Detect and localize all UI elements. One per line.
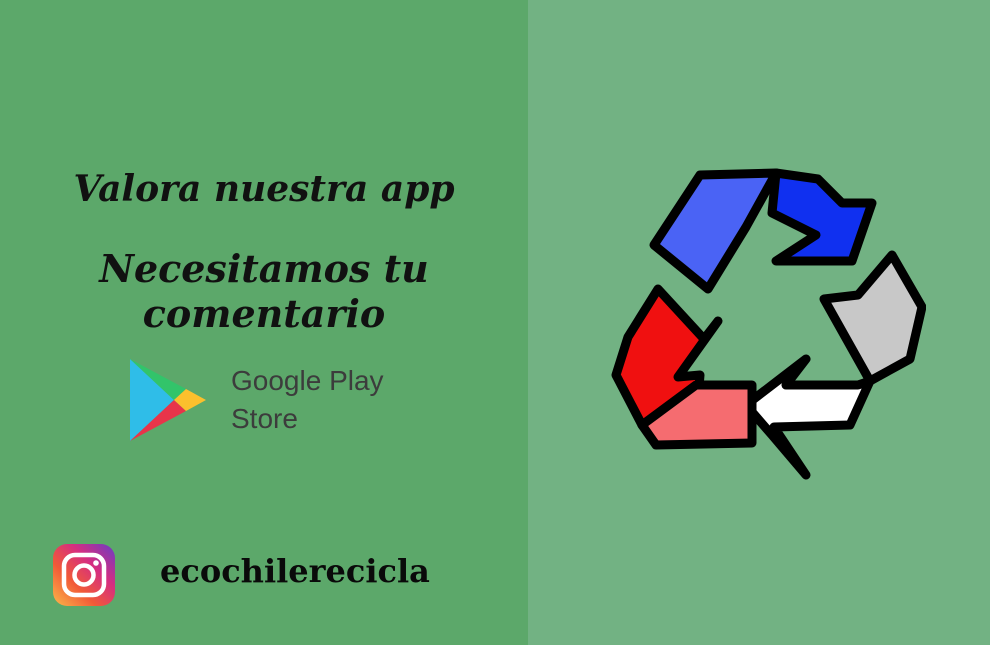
google-play-store-label[interactable]: Google Play Store	[231, 362, 384, 438]
instagram-handle[interactable]: ecochilerecicla	[160, 552, 430, 590]
recycle-icon	[611, 168, 926, 480]
headline-rate-app: Valora nuestra app	[73, 168, 455, 210]
instagram-icon[interactable]	[52, 543, 116, 607]
google-play-text: Google Play	[231, 365, 384, 396]
google-play-icon[interactable]	[128, 357, 208, 443]
headline-need-comment: Necesitamos tu comentario	[99, 246, 429, 336]
store-text: Store	[231, 403, 298, 434]
